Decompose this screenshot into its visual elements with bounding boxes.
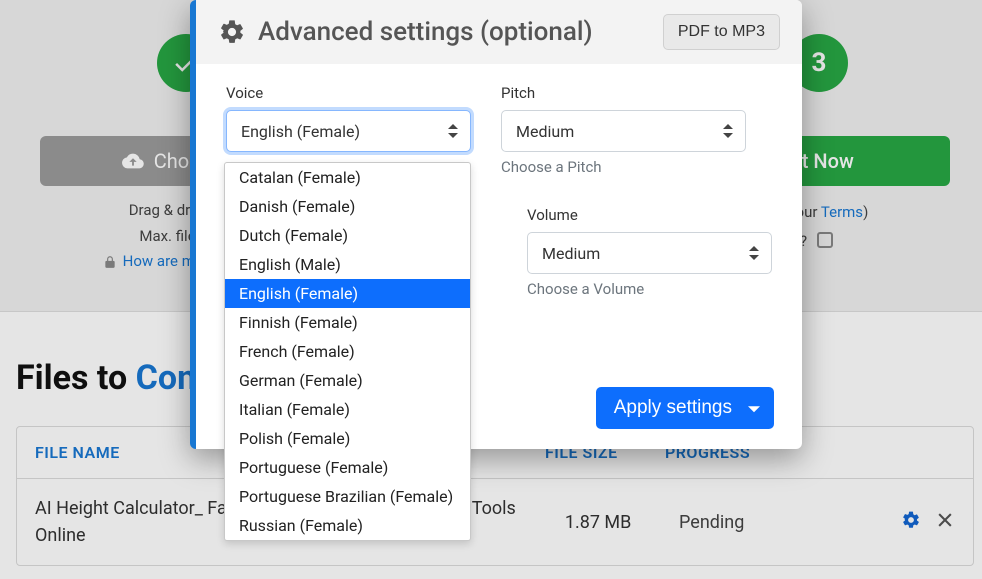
voice-option[interactable]: Portuguese Brazilian (Female) xyxy=(225,482,470,511)
voice-select-value: English (Female) xyxy=(241,122,360,141)
volume-help: Choose a Volume xyxy=(527,280,772,298)
conversion-type-button[interactable]: PDF to MP3 xyxy=(663,14,780,50)
gear-icon xyxy=(218,18,246,46)
pitch-select-value: Medium xyxy=(516,122,574,141)
volume-select-value: Medium xyxy=(542,244,600,263)
pitch-field: Pitch Medium Choose a Pitch xyxy=(501,84,746,176)
advanced-settings-modal: Advanced settings (optional) PDF to MP3 … xyxy=(190,0,802,449)
voice-option[interactable]: Italian (Female) xyxy=(225,395,470,424)
pitch-label: Pitch xyxy=(501,84,746,102)
voice-option[interactable]: Russian (Female) xyxy=(225,511,470,540)
voice-option[interactable]: English (Male) xyxy=(225,250,470,279)
modal-title-text: Advanced settings (optional) xyxy=(258,17,593,47)
voice-label: Voice xyxy=(226,84,471,102)
voice-option[interactable]: French (Female) xyxy=(225,337,470,366)
voice-option[interactable]: Portuguese (Female) xyxy=(225,453,470,482)
volume-field: Volume Medium Choose a Volume xyxy=(527,206,772,298)
voice-option[interactable]: English (Female) xyxy=(225,279,470,308)
voice-select[interactable]: English (Female) xyxy=(226,110,471,152)
voice-option[interactable]: Danish (Female) xyxy=(225,192,470,221)
modal-footer: Apply settings xyxy=(596,387,774,429)
pitch-help: Choose a Pitch xyxy=(501,158,746,176)
chevron-down-icon xyxy=(748,406,760,412)
apply-settings-label: Apply settings xyxy=(614,397,732,418)
voice-option[interactable]: Dutch (Female) xyxy=(225,221,470,250)
volume-select[interactable]: Medium xyxy=(527,232,772,274)
caret-icon xyxy=(723,124,733,138)
volume-label: Volume xyxy=(527,206,772,224)
caret-icon xyxy=(749,246,759,260)
apply-settings-button[interactable]: Apply settings xyxy=(596,387,774,429)
modal-header: Advanced settings (optional) PDF to MP3 xyxy=(196,0,802,64)
voice-dropdown[interactable]: Catalan (Female)Danish (Female)Dutch (Fe… xyxy=(224,162,471,541)
voice-option[interactable]: German (Female) xyxy=(225,366,470,395)
voice-option[interactable]: Polish (Female) xyxy=(225,424,470,453)
pitch-select[interactable]: Medium xyxy=(501,110,746,152)
voice-option[interactable]: Finnish (Female) xyxy=(225,308,470,337)
voice-option[interactable]: Catalan (Female) xyxy=(225,163,470,192)
app-root: 3 Choose Files Convert Now Drag & drop f… xyxy=(0,0,982,579)
caret-icon xyxy=(448,124,458,138)
